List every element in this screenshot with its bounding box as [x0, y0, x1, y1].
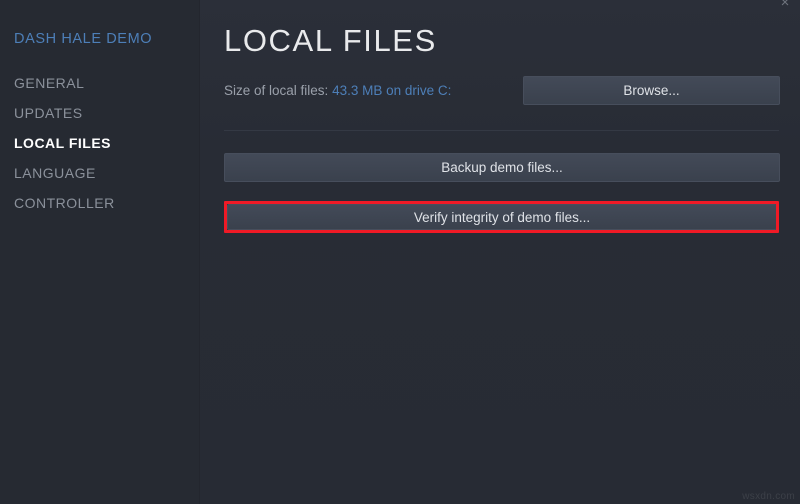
- section-divider: [224, 130, 779, 131]
- verify-integrity-button[interactable]: Verify integrity of demo files...: [227, 204, 777, 230]
- browse-button[interactable]: Browse...: [523, 76, 780, 105]
- page-title: LOCAL FILES: [224, 23, 437, 58]
- backup-demo-files-button[interactable]: Backup demo files...: [224, 153, 780, 182]
- sidebar-nav: GENERAL UPDATES LOCAL FILES LANGUAGE CON…: [0, 68, 200, 218]
- sidebar-item-general[interactable]: GENERAL: [0, 68, 200, 98]
- sidebar-item-controller[interactable]: CONTROLLER: [0, 188, 200, 218]
- size-label: Size of local files:: [224, 83, 329, 98]
- watermark: wsxdn.com: [742, 491, 795, 502]
- size-value: 43.3 MB on drive C:: [332, 83, 452, 98]
- sidebar-item-updates[interactable]: UPDATES: [0, 98, 200, 128]
- game-title: DASH HALE DEMO: [14, 31, 153, 47]
- sidebar-item-language[interactable]: LANGUAGE: [0, 158, 200, 188]
- local-files-panel: × LOCAL FILES Size of local files: 43.3 …: [200, 0, 800, 504]
- settings-sidebar: DASH HALE DEMO GENERAL UPDATES LOCAL FIL…: [0, 0, 200, 504]
- game-properties-window: DASH HALE DEMO GENERAL UPDATES LOCAL FIL…: [0, 0, 800, 504]
- sidebar-item-local-files[interactable]: LOCAL FILES: [0, 128, 200, 158]
- close-icon[interactable]: ×: [777, 0, 793, 11]
- local-files-size-row: Size of local files: 43.3 MB on drive C:: [224, 83, 451, 98]
